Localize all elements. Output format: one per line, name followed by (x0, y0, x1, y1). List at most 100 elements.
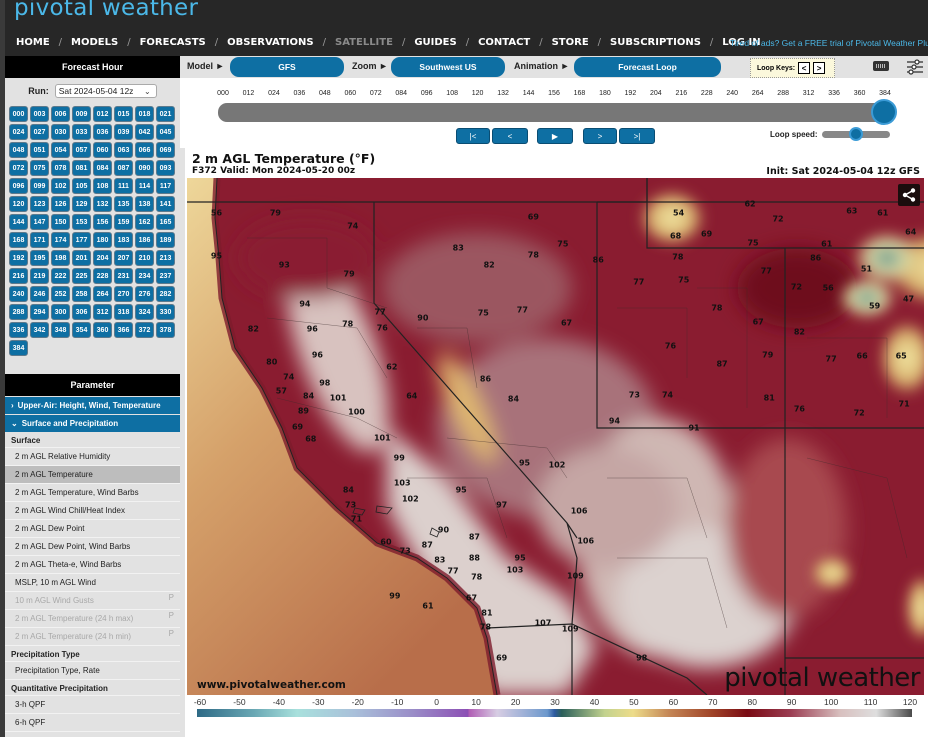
forecast-hour-button[interactable]: 042 (135, 124, 154, 140)
forecast-hour-button[interactable]: 372 (135, 322, 154, 338)
forecast-hour-button[interactable]: 060 (93, 142, 112, 158)
forecast-hour-button[interactable]: 171 (30, 232, 49, 248)
loop-speed-thumb[interactable] (849, 127, 863, 141)
forecast-hour-button[interactable]: 078 (51, 160, 70, 176)
loop-key-next[interactable]: > (813, 62, 826, 74)
forecast-hour-button[interactable]: 222 (51, 268, 70, 284)
forecast-hour-button[interactable]: 336 (9, 322, 28, 338)
forecast-hour-button[interactable]: 159 (114, 214, 133, 230)
forecast-hour-button[interactable]: 111 (114, 178, 133, 194)
forecast-hour-button[interactable]: 282 (156, 286, 175, 302)
forecast-hour-button[interactable]: 003 (30, 106, 49, 122)
forecast-hour-button[interactable]: 048 (9, 142, 28, 158)
parameter-item[interactable]: 2 m AGL Dew Point (5, 520, 180, 538)
forecast-hour-button[interactable]: 204 (93, 250, 112, 266)
forecast-hour-button[interactable]: 102 (51, 178, 70, 194)
forecast-hour-button[interactable]: 231 (114, 268, 133, 284)
prev-frame-button[interactable]: < (492, 128, 528, 144)
nav-store[interactable]: STORE (552, 37, 589, 48)
forecast-hour-button[interactable]: 033 (72, 124, 91, 140)
forecast-hour-button[interactable]: 318 (114, 304, 133, 320)
forecast-hour-button[interactable]: 015 (114, 106, 133, 122)
forecast-hour-button[interactable]: 156 (93, 214, 112, 230)
parameter-category[interactable]: ⌄ Surface and Precipitation (5, 415, 180, 432)
site-logo[interactable]: pivotal weather (14, 0, 198, 21)
forecast-hour-button[interactable]: 027 (30, 124, 49, 140)
forecast-hour-button[interactable]: 342 (30, 322, 49, 338)
forecast-hour-button[interactable]: 030 (51, 124, 70, 140)
forecast-hour-button[interactable]: 114 (135, 178, 154, 194)
forecast-hour-button[interactable]: 024 (9, 124, 28, 140)
forecast-hour-button[interactable]: 237 (156, 268, 175, 284)
forecast-hour-button[interactable]: 234 (135, 268, 154, 284)
forecast-hour-button[interactable]: 120 (9, 196, 28, 212)
forecast-hour-button[interactable]: 246 (30, 286, 49, 302)
forecast-hour-button[interactable]: 075 (30, 160, 49, 176)
forecast-hour-button[interactable]: 069 (156, 142, 175, 158)
forecast-hour-button[interactable]: 300 (51, 304, 70, 320)
forecast-hour-button[interactable]: 276 (135, 286, 154, 302)
loop-key-prev[interactable]: < (798, 62, 811, 74)
forecast-hour-button[interactable]: 093 (156, 160, 175, 176)
nav-models[interactable]: MODELS (71, 37, 118, 48)
parameter-item[interactable]: 2 m AGL Relative Humidity (5, 448, 180, 466)
forecast-hour-button[interactable]: 225 (72, 268, 91, 284)
sliders-icon[interactable] (906, 58, 924, 76)
nav-forecasts[interactable]: FORECASTS (140, 37, 206, 48)
forecast-hour-button[interactable]: 150 (51, 214, 70, 230)
nav-guides[interactable]: GUIDES (414, 37, 456, 48)
parameter-category[interactable]: › Upper-Air: Height, Wind, Temperature (5, 397, 180, 414)
animation-select-button[interactable]: Forecast Loop (574, 57, 721, 77)
forecast-hour-button[interactable]: 198 (51, 250, 70, 266)
forecast-hour-button[interactable]: 210 (135, 250, 154, 266)
forecast-hour-button[interactable]: 045 (156, 124, 175, 140)
forecast-hour-button[interactable]: 087 (114, 160, 133, 176)
parameter-item[interactable]: 2 m AGL Theta-e, Wind Barbs (5, 556, 180, 574)
forecast-hour-button[interactable]: 036 (93, 124, 112, 140)
forecast-hour-button[interactable]: 039 (114, 124, 133, 140)
forecast-hour-button[interactable]: 195 (30, 250, 49, 266)
forecast-hour-button[interactable]: 126 (51, 196, 70, 212)
forecast-hour-button[interactable]: 216 (9, 268, 28, 284)
forecast-hour-button[interactable]: 066 (135, 142, 154, 158)
forecast-hour-button[interactable]: 096 (9, 178, 28, 194)
forecast-hour-button[interactable]: 366 (114, 322, 133, 338)
parameter-item[interactable]: 2 m AGL Wind Chill/Heat Index (5, 502, 180, 520)
forecast-hour-button[interactable]: 288 (9, 304, 28, 320)
forecast-hour-button[interactable]: 219 (30, 268, 49, 284)
forecast-hour-button[interactable]: 081 (72, 160, 91, 176)
play-button[interactable]: ▶ (537, 128, 573, 144)
forecast-hour-button[interactable]: 192 (9, 250, 28, 266)
forecast-hour-button[interactable]: 018 (135, 106, 154, 122)
forecast-hour-button[interactable]: 057 (72, 142, 91, 158)
forecast-hour-button[interactable]: 054 (51, 142, 70, 158)
zoom-select-button[interactable]: Southwest US (391, 57, 505, 77)
timeline-slider-track[interactable] (218, 103, 896, 122)
parameter-item[interactable]: Precipitation Type, Rate (5, 662, 180, 680)
forecast-hour-button[interactable]: 348 (51, 322, 70, 338)
forecast-hour-button[interactable]: 252 (51, 286, 70, 302)
nav-contact[interactable]: CONTACT (478, 37, 530, 48)
forecast-hour-button[interactable]: 072 (9, 160, 28, 176)
forecast-hour-button[interactable]: 384 (9, 340, 28, 356)
parameter-item[interactable]: 2 m AGL Temperature (5, 466, 180, 484)
forecast-hour-button[interactable]: 174 (51, 232, 70, 248)
forecast-hour-button[interactable]: 324 (135, 304, 154, 320)
forecast-hour-button[interactable]: 147 (30, 214, 49, 230)
forecast-hour-button[interactable]: 378 (156, 322, 175, 338)
nav-satellite[interactable]: SATELLITE (335, 37, 393, 48)
forecast-hour-button[interactable]: 207 (114, 250, 133, 266)
forecast-hour-button[interactable]: 021 (156, 106, 175, 122)
forecast-hour-button[interactable]: 168 (9, 232, 28, 248)
forecast-hour-button[interactable]: 006 (51, 106, 70, 122)
forecast-hour-button[interactable]: 270 (114, 286, 133, 302)
forecast-hour-button[interactable]: 099 (30, 178, 49, 194)
forecast-hour-button[interactable]: 009 (72, 106, 91, 122)
forecast-hour-button[interactable]: 117 (156, 178, 175, 194)
forecast-hour-button[interactable]: 330 (156, 304, 175, 320)
forecast-hour-button[interactable]: 138 (135, 196, 154, 212)
parameter-item[interactable]: 6-h QPF (5, 714, 180, 732)
run-select[interactable]: Sat 2024-05-04 12z ⌄ (54, 84, 157, 98)
forecast-hour-button[interactable]: 228 (93, 268, 112, 284)
first-frame-button[interactable]: |< (456, 128, 490, 144)
